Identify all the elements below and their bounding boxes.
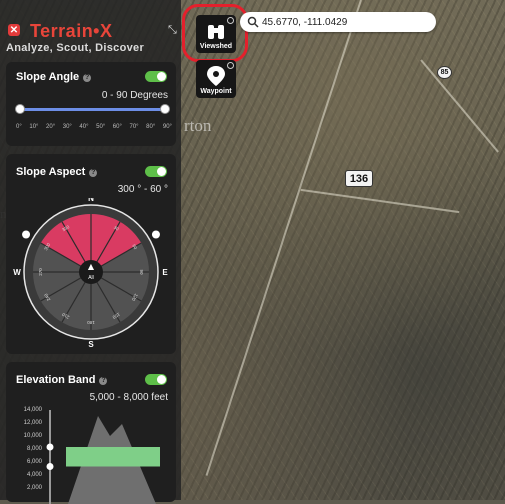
slope-angle-toggle[interactable] (145, 71, 167, 82)
help-icon[interactable]: ? (89, 169, 98, 177)
slope-aspect-title: Slope Aspect? (16, 166, 98, 178)
up-arrow-icon: ▲ (88, 262, 95, 271)
elevation-band-range: 5,000 - 8,000 feet (89, 392, 168, 403)
tick-label: 50° (96, 124, 106, 130)
app-subtitle: Analyze, Scout, Discover (6, 42, 145, 54)
center-label: All (88, 275, 94, 281)
coordinate-search-input[interactable] (262, 15, 422, 29)
elevation-band-title: Elevation Band? (16, 374, 108, 386)
coordinate-search-bar[interactable] (240, 12, 436, 32)
elevation-band-highlight (66, 447, 160, 467)
aspect-end-handle[interactable] (151, 230, 160, 239)
highlight-annotation-circle (182, 4, 248, 62)
app-title: Terrain•X (30, 21, 113, 41)
map-place-label: rton (184, 116, 212, 135)
elevation-band-toggle[interactable] (145, 374, 167, 385)
aspect-compass[interactable]: ▲ All N E S W 30609012015018021024027030… (11, 198, 171, 348)
slope-aspect-range: 300 ° - 60 ° (117, 184, 168, 195)
tick-label: 80° (146, 124, 156, 130)
elevation-max-handle[interactable] (46, 443, 54, 451)
slope-angle-min-handle[interactable] (15, 104, 25, 114)
waypoint-tool-button[interactable]: Waypoint (196, 60, 236, 98)
slope-angle-card: Slope Angle? 0 - 90 Degrees 0° 10° 20° 3… (6, 62, 176, 146)
search-icon (247, 16, 259, 28)
route-shield: 85 (437, 66, 452, 79)
elevation-axis-label: 14,000 (24, 407, 43, 413)
tick-label: 40° (79, 124, 89, 130)
help-icon[interactable]: ? (99, 377, 108, 385)
tick-label: 90° (162, 124, 172, 130)
tick-label: 30° (62, 124, 72, 130)
elevation-min-handle[interactable] (46, 463, 54, 470)
compass-west: W (13, 268, 21, 277)
slope-angle-title: Slope Angle? (16, 71, 92, 83)
route-shield: 136 (345, 170, 373, 187)
aspect-start-handle[interactable] (22, 230, 31, 239)
info-icon (227, 62, 234, 69)
map-road (300, 188, 460, 214)
slope-aspect-card: Slope Aspect? 300 ° - 60 ° ▲ All N E S W… (6, 154, 176, 354)
close-icon[interactable]: ✕ (8, 24, 20, 36)
compass-north: N (88, 198, 94, 203)
slope-angle-range: 0 - 90 Degrees (101, 90, 168, 101)
elevation-axis-label: 2,000 (27, 485, 43, 491)
compass-degree-label: 90 (139, 269, 144, 275)
slope-angle-max-handle[interactable] (160, 104, 170, 114)
tick-label: 60° (112, 124, 122, 130)
elevation-axis-label: 12,000 (24, 420, 43, 426)
compass-degree-label: 270 (38, 268, 43, 276)
slope-angle-slider-track[interactable] (18, 108, 168, 111)
brand-header: ✕ Terrain•X Analyze, Scout, Discover ⤡ (6, 21, 177, 58)
help-icon[interactable]: ? (83, 74, 92, 82)
tick-label: 20° (46, 124, 56, 130)
compass-degree-label: 180 (87, 320, 95, 325)
slope-aspect-toggle[interactable] (145, 166, 167, 177)
waypoint-label: Waypoint (200, 88, 232, 95)
tick-label: 0° (16, 124, 22, 130)
compass-south: S (88, 340, 94, 348)
tick-label: 10° (29, 124, 39, 130)
collapse-icon[interactable]: ⤡ (168, 24, 180, 36)
elevation-chart[interactable]: 14,000 12,000 10,000 8,000 6,000 4,000 2,000 (6, 404, 174, 504)
filter-sidebar: ✕ Terrain•X Analyze, Scout, Discover ⤡ S… (0, 0, 181, 504)
tick-label: 70° (129, 124, 139, 130)
compass-east: E (162, 268, 168, 277)
elevation-axis-label: 4,000 (27, 472, 43, 478)
map-road (420, 59, 499, 153)
elevation-axis-label: 8,000 (27, 446, 43, 452)
elevation-band-card: Elevation Band? 5,000 - 8,000 feet 14,00… (6, 362, 176, 504)
elevation-axis-label: 10,000 (24, 433, 43, 439)
elevation-axis-label: 6,000 (27, 459, 43, 465)
slope-angle-ticks: 0° 10° 20° 30° 40° 50° 60° 70° 80° 90° (16, 124, 172, 130)
